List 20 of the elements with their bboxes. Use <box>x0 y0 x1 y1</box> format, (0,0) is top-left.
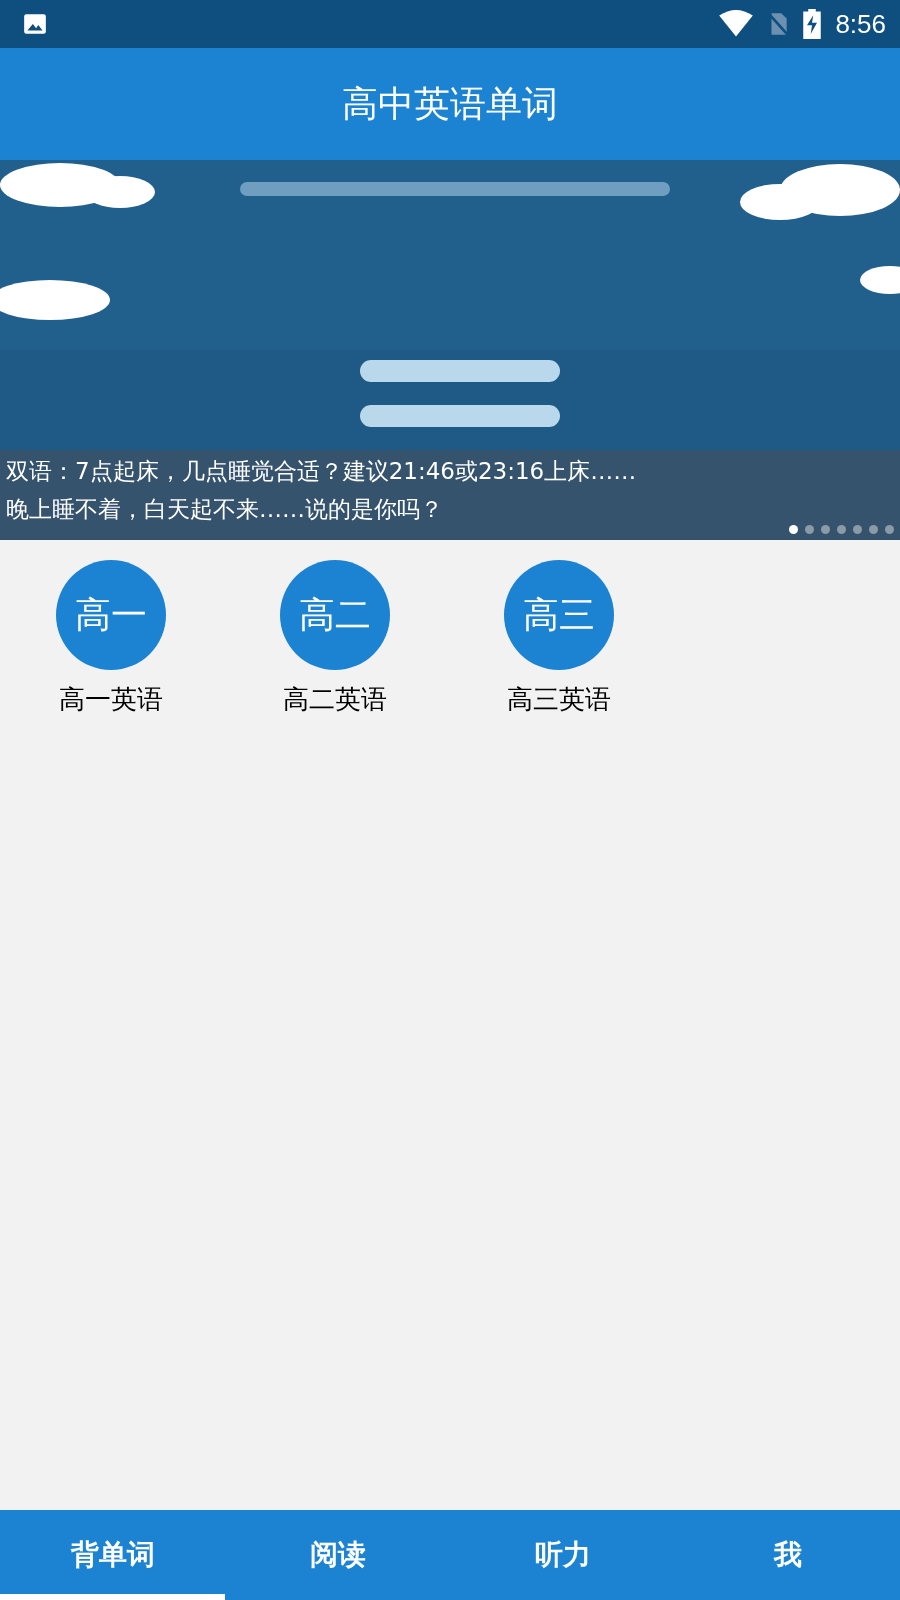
news-headline[interactable]: 双语：7点起床，几点睡觉合适？建议21:46或23:16上床…… <box>6 452 894 490</box>
page-dot[interactable] <box>869 525 878 534</box>
grade-button[interactable]: 高一 <box>56 560 166 670</box>
page-dot[interactable] <box>885 525 894 534</box>
page-dot[interactable] <box>789 525 798 534</box>
image-icon <box>22 11 48 37</box>
grade-button[interactable]: 高三 <box>504 560 614 670</box>
page-dot[interactable] <box>821 525 830 534</box>
grade-label[interactable]: 高一英语 <box>59 682 163 717</box>
status-time: 8:56 <box>835 8 886 40</box>
page-dot[interactable] <box>853 525 862 534</box>
grade-label[interactable]: 高二英语 <box>283 682 387 717</box>
page-dot[interactable] <box>805 525 814 534</box>
wifi-icon <box>719 10 754 38</box>
battery-charging-icon <box>803 9 822 39</box>
app-title: 高中英语单词 <box>342 81 558 126</box>
grade-label[interactable]: 高三英语 <box>507 682 611 717</box>
page-dot[interactable] <box>837 525 846 534</box>
grade-button[interactable]: 高二 <box>280 560 390 670</box>
news-headline[interactable]: 晚上睡不着，白天起不来……说的是你吗？ <box>6 490 894 528</box>
